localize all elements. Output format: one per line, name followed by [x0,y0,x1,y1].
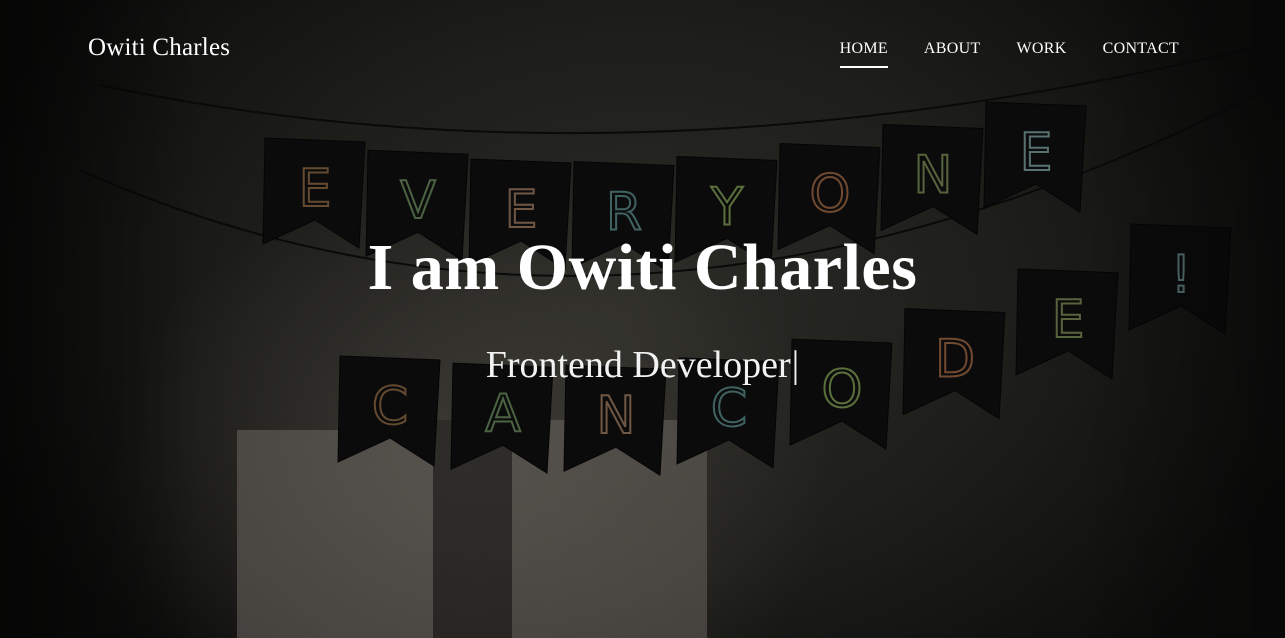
banner-flag-letter: N [914,145,953,205]
brand-logo-link[interactable]: Owiti Charles [88,34,230,62]
hero-subtitle-text: Frontend Developer [485,344,791,386]
window-light-left [237,430,433,638]
hero-section: EVERYONE C A N C O D E! Owiti Charles HOME ABO… [0,0,1285,638]
typing-cursor: | [791,344,800,386]
hero-subtitle: Frontend Developer| [0,343,1285,387]
banner-flag-letter: E [299,159,332,219]
nav-contact-link[interactable]: CONTACT [1103,40,1179,68]
nav-work-link[interactable]: WORK [1017,40,1067,68]
banner-flag-letter: E [1020,123,1053,183]
banner-flag-letter: O [810,165,851,225]
banner-flag-letter: C [711,379,747,439]
banner-flag-letter: V [400,171,436,231]
nav-home-link[interactable]: HOME [839,40,889,68]
nav-about-link[interactable]: ABOUT [924,40,981,68]
top-navigation-bar: Owiti Charles HOME ABOUT WORK CONTACT [0,0,1285,100]
banner-flag-letter: Y [710,177,743,237]
main-nav: HOME ABOUT WORK CONTACT [839,40,1179,68]
hero-title: I am Owiti Charles [367,231,918,304]
banner-flag-letter: A [485,384,521,444]
banner-flag-letter: N [597,386,636,446]
